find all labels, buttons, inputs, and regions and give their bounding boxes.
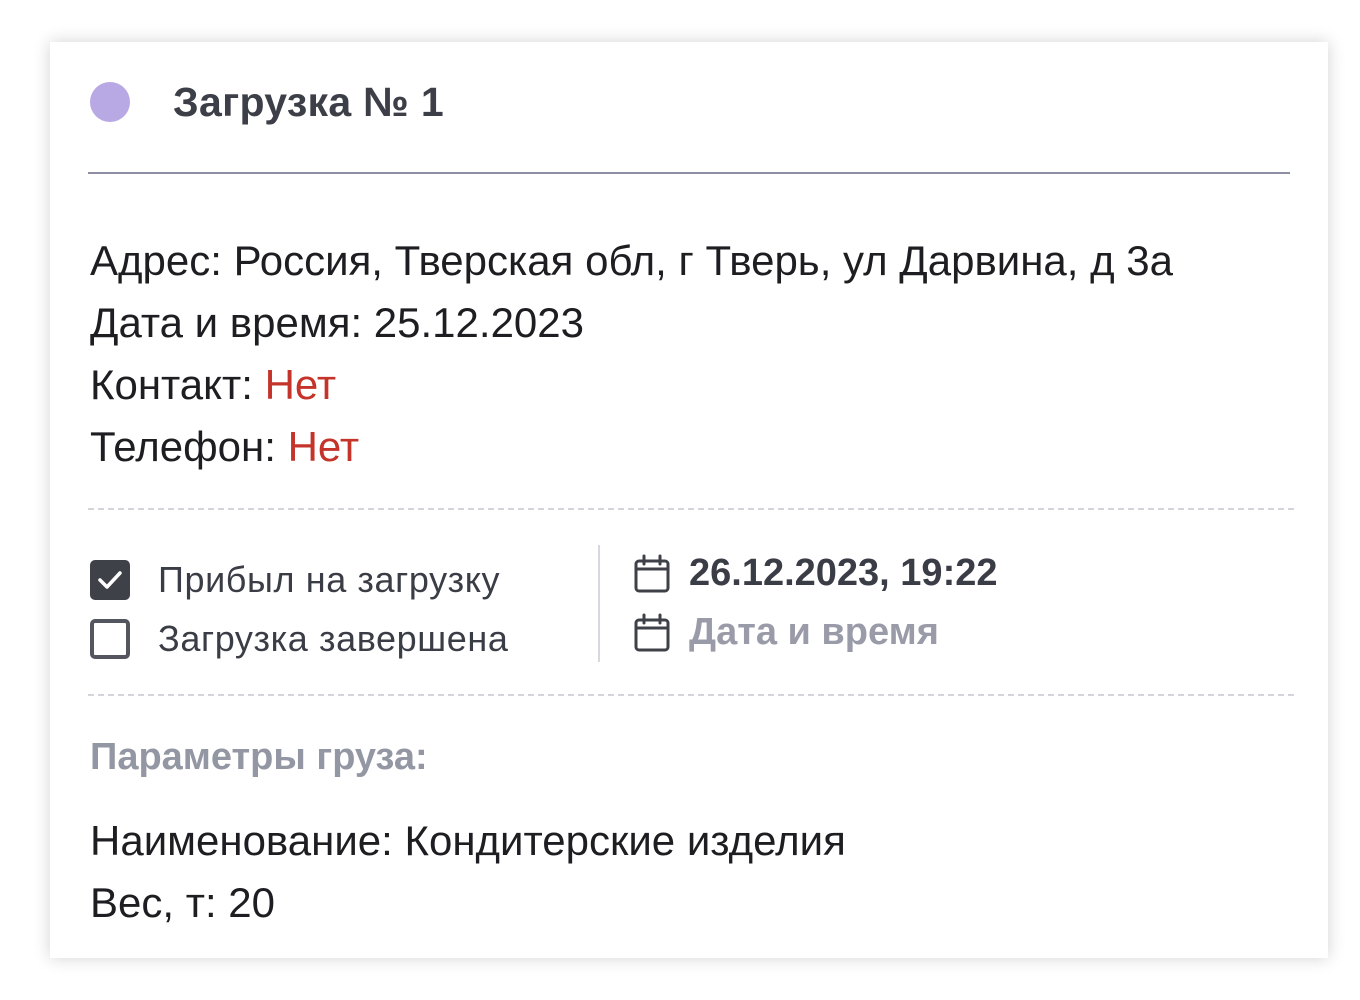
phone-value: Нет	[287, 423, 360, 470]
contact-value: Нет	[264, 361, 337, 408]
address-row: Адрес: Россия, Тверская обл, г Тверь, ул…	[90, 230, 1173, 292]
address-label: Адрес:	[90, 237, 234, 284]
cargo-weight-row: Вес, т: 20	[90, 872, 846, 934]
cargo-name-label: Наименование:	[90, 817, 405, 864]
card-header: Загрузка № 1	[90, 72, 444, 132]
address-value: Россия, Тверская обл, г Тверь, ул Дарвин…	[233, 237, 1173, 284]
datetime-row: Дата и время: 25.12.2023	[90, 292, 1173, 354]
header-divider	[88, 172, 1290, 174]
arrived-checkbox-row[interactable]: Прибыл на загрузку	[90, 550, 600, 609]
cargo-weight-value: 20	[228, 879, 276, 926]
dashed-divider-top	[88, 508, 1294, 510]
cargo-section-title: Параметры груза:	[90, 736, 428, 778]
completed-checkbox[interactable]	[90, 618, 130, 659]
contact-label: Контакт:	[90, 361, 265, 408]
cargo-block: Наименование: Кондитерские изделия Вес, …	[90, 810, 846, 934]
status-dates: 26.12.2023, 19:22 Дата и время	[633, 544, 998, 662]
datetime-label: Дата и время:	[90, 299, 374, 346]
cargo-name-row: Наименование: Кондитерские изделия	[90, 810, 846, 872]
phone-row: Телефон: Нет	[90, 416, 1173, 478]
phone-label: Телефон:	[90, 423, 288, 470]
calendar-icon	[634, 613, 670, 651]
card-title: Загрузка № 1	[173, 78, 444, 125]
completed-checkbox-row[interactable]: Загрузка завершена	[90, 609, 600, 668]
checkmark-icon	[98, 570, 122, 589]
completed-checkbox-label: Загрузка завершена	[158, 617, 509, 659]
arrived-checkbox[interactable]	[90, 559, 130, 600]
completed-date-field[interactable]: Дата и время	[633, 603, 998, 662]
vertical-separator	[598, 545, 600, 662]
arrived-date-value: 26.12.2023, 19:22	[689, 552, 998, 594]
calendar-icon	[634, 554, 670, 592]
arrived-checkbox-label: Прибыл на загрузку	[158, 558, 501, 600]
info-block: Адрес: Россия, Тверская обл, г Тверь, ул…	[90, 230, 1173, 478]
cargo-name-value: Кондитерские изделия	[404, 817, 846, 864]
loading-card: Загрузка № 1 Адрес: Россия, Тверская обл…	[50, 42, 1328, 958]
dashed-divider-bottom	[88, 694, 1294, 696]
datetime-value: 25.12.2023	[373, 299, 585, 346]
completed-date-placeholder: Дата и время	[689, 611, 939, 653]
cargo-weight-label: Вес, т:	[90, 879, 229, 926]
arrived-date-field[interactable]: 26.12.2023, 19:22	[633, 544, 998, 603]
contact-row: Контакт: Нет	[90, 354, 1173, 416]
status-dot	[90, 82, 130, 122]
status-checkboxes: Прибыл на загрузку Загрузка завершена	[90, 550, 600, 668]
